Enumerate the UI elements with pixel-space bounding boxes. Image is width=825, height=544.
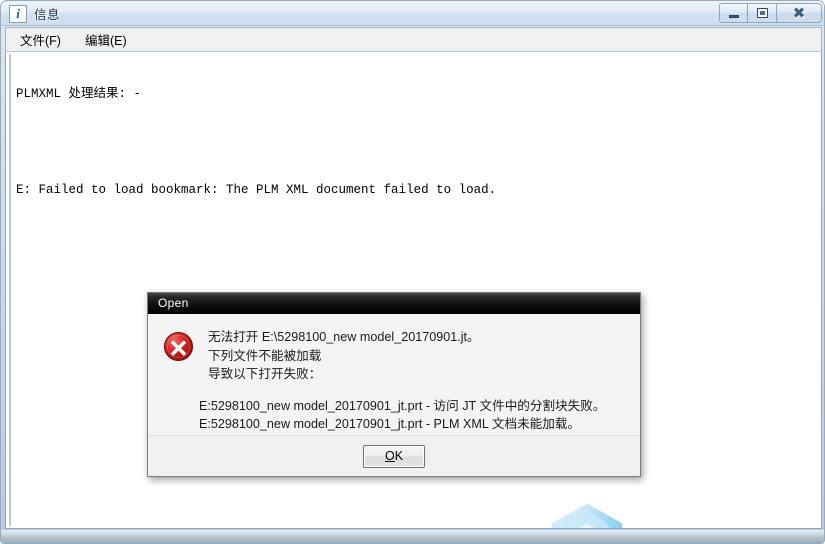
log-text-pane[interactable]: PLMXML 处理结果: - E: Failed to load bookmar…: [5, 51, 822, 529]
log-line-1: PLMXML 处理结果: -: [16, 87, 142, 101]
window-titlebar[interactable]: i 信息 ✖: [1, 1, 824, 26]
log-line-blank: [16, 134, 819, 150]
dialog-body: 无法打开 E:\5298100_new model_20170901.jt。 下…: [148, 314, 640, 436]
ok-button-accel: O: [384, 449, 395, 463]
dialog-message-line-1: 无法打开 E:\5298100_new model_20170901.jt。: [208, 330, 480, 344]
log-line-2: E: Failed to load bookmark: The PLM XML …: [16, 183, 497, 197]
minimize-button[interactable]: [719, 3, 748, 23]
ok-button-label: K: [394, 449, 404, 463]
open-error-dialog: Open 无法打开 E:\5298100_new model_20170901.…: [147, 292, 641, 477]
menu-edit[interactable]: 编辑(E): [81, 28, 131, 51]
minimize-icon: [728, 14, 739, 18]
dialog-footer: OK: [148, 435, 640, 476]
window-title: 信息: [34, 8, 61, 22]
dialog-detail-line-2: E:5298100_new model_20170901_jt.prt - PL…: [199, 417, 581, 431]
dialog-title: Open: [158, 296, 189, 310]
error-icon: [163, 331, 194, 362]
dialog-detail-line-1: E:5298100_new model_20170901_jt.prt - 访问…: [199, 398, 606, 413]
close-button[interactable]: ✖: [777, 3, 822, 23]
info-icon: i: [9, 4, 27, 23]
dialog-message-block: 无法打开 E:\5298100_new model_20170901.jt。 下…: [208, 328, 480, 384]
window-controls: ✖: [719, 3, 822, 23]
dialog-titlebar[interactable]: Open: [148, 293, 640, 314]
dialog-detail-block: E:5298100_new model_20170901_jt.prt - 访问…: [199, 397, 626, 434]
main-window: i 信息 ✖ 文件(F) 编辑(E) PLMXML 处理结果: - E: Fai…: [0, 0, 825, 544]
window-bottom-frame: [1, 530, 824, 543]
ok-button[interactable]: OK: [363, 444, 425, 468]
maximize-button[interactable]: [748, 3, 777, 23]
maximize-icon: [756, 8, 768, 18]
menu-file[interactable]: 文件(F): [16, 28, 65, 51]
dialog-message-line-2: 下列文件不能被加载: [208, 348, 322, 363]
dialog-content: 无法打开 E:\5298100_new model_20170901.jt。 下…: [162, 328, 626, 384]
dialog-message-line-3: 导致以下打开失败：: [208, 367, 322, 381]
menubar: 文件(F) 编辑(E): [5, 27, 822, 51]
close-icon: ✖: [792, 3, 806, 22]
titlebar-left-group: i 信息: [9, 4, 60, 23]
